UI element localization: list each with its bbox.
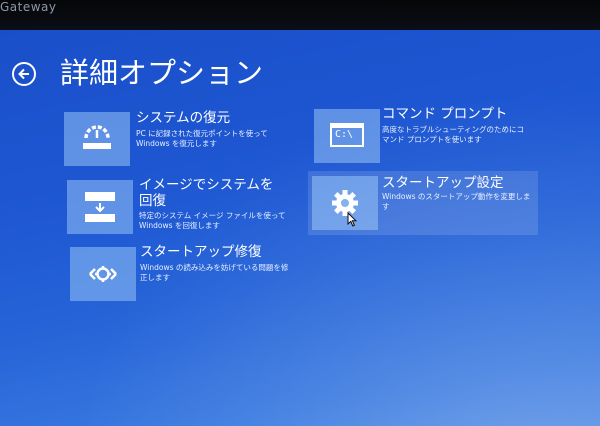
gear-icon: [312, 176, 378, 230]
option-description: 特定のシステム イメージ ファイルを使って Windows を回復します: [139, 211, 286, 230]
brand-label: Gateway: [0, 0, 57, 14]
option-command-prompt[interactable]: C:\ コマンド プロンプト 高度なトラブルシューティングのためにコマンド プロ…: [310, 104, 540, 166]
option-description: PC に記録された復元ポイントを使って Windows を復元します: [136, 129, 268, 148]
option-startup-repair[interactable]: スタートアップ修復 Windows の読み込みを妨げている問題を修正します: [66, 242, 306, 304]
option-startup-settings[interactable]: スタートアップ設定 Windows のスタートアップ動作を変更します: [308, 171, 538, 235]
mouse-cursor-icon: [347, 211, 358, 231]
arrow-left-circle-icon: [18, 68, 29, 80]
restore-icon: [64, 112, 130, 166]
monitor-bezel: Gateway: [0, 0, 600, 30]
command-prompt-icon: C:\: [314, 109, 380, 163]
option-description: Windows の読み込みを妨げている問題を修正します: [140, 263, 289, 282]
option-system-restore[interactable]: システムの復元 PC に記録された復元ポイントを使って Windows を復元し…: [60, 108, 300, 170]
option-system-image-recovery[interactable]: イメージでシステムを回復 特定のシステム イメージ ファイルを使って Windo…: [63, 175, 303, 239]
recovery-screen: 詳細オプション システムの復元 PC に記録された復元ポイントを使って Wind…: [0, 30, 600, 426]
option-description: Windows のスタートアップ動作を変更します: [382, 192, 531, 211]
option-title: システムの復元: [136, 110, 231, 126]
page-title: 詳細オプション: [60, 56, 264, 90]
image-recovery-icon: [67, 180, 133, 234]
option-title: コマンド プロンプト: [382, 106, 508, 122]
startup-repair-icon: [70, 247, 136, 301]
option-description: 高度なトラブルシューティングのためにコマンド プロンプトを使います: [382, 125, 525, 144]
option-title: スタートアップ設定: [382, 175, 504, 191]
option-title: スタートアップ修復: [140, 244, 262, 260]
option-title: イメージでシステムを回復: [139, 177, 274, 209]
back-button[interactable]: [12, 62, 36, 86]
command-prompt-text: C:\: [335, 129, 354, 140]
